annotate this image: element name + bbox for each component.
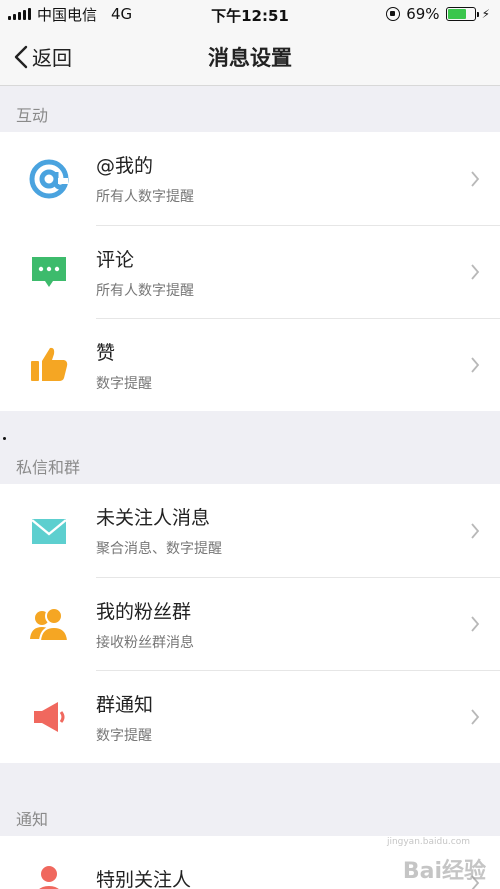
watermark-url: jingyan.baidu.com [386,837,470,847]
at-icon [29,159,69,198]
row-title: 未关注人消息 [96,507,211,529]
section-header-interaction: 互动 [16,106,49,125]
row-at-me[interactable]: @我的 所有人数字提醒 [0,132,500,225]
row-subtitle: 所有人数字提醒 [96,282,194,299]
carrier-label: 中国电信 [37,5,98,24]
row-unfollowed-messages[interactable]: 未关注人消息 聚合消息、数字提醒 [0,484,500,577]
list-interaction: @我的 所有人数字提醒 评论 所有人数字提醒 赞 数字提醒 [0,132,500,411]
battery-fill [447,9,466,19]
chevron-left-icon [14,45,28,68]
network-label: 4G [111,5,133,23]
chevron-right-icon [471,264,480,280]
row-fan-group[interactable]: 我的粉丝群 接收粉丝群消息 [0,577,500,670]
battery-icon [445,7,479,21]
comment-icon [32,256,66,287]
status-bar: 中国电信 4G 下午12:51 69% ⚡ [0,0,500,28]
status-right: 69% ⚡ [386,5,490,23]
row-subtitle: 数字提醒 [96,727,152,744]
row-title: 群通知 [96,693,154,716]
chevron-right-icon [471,522,480,539]
page-title: 消息设置 [208,45,292,70]
list-messages-groups: 未关注人消息 聚合消息、数字提醒 我的粉丝群 接收粉丝群消息 群通知 数字提醒 [0,484,500,763]
row-subtitle: 聚合消息、数字提醒 [96,541,222,557]
row-title: 评论 [96,248,135,271]
row-title: @我的 [96,155,154,177]
battery-percent: 69% [406,5,440,23]
orientation-lock-icon [386,7,401,21]
section-header-notifications: 通知 [16,810,49,829]
envelope-icon [31,518,67,544]
back-label: 返回 [32,46,72,70]
status-left: 中国电信 4G [8,4,132,25]
chevron-right-icon [471,170,480,187]
row-title: 赞 [96,341,116,364]
signal-icon [8,8,31,20]
charging-icon: ⚡ [481,7,490,21]
row-subtitle: 接收粉丝群消息 [96,634,194,651]
section-header-messages-groups: 私信和群 [16,458,81,477]
nav-bar: 返回 消息设置 [0,28,500,86]
back-button[interactable]: 返回 [0,42,72,71]
row-like[interactable]: 赞 数字提醒 [0,318,500,411]
chevron-right-icon [471,616,480,632]
row-title: 我的粉丝群 [96,600,192,623]
person-icon [38,865,60,889]
row-subtitle: 数字提醒 [96,375,152,392]
row-subtitle: 所有人数字提醒 [96,189,194,205]
row-comment[interactable]: 评论 所有人数字提醒 [0,225,500,318]
chevron-right-icon [471,357,480,373]
fan-group-icon [30,606,70,642]
watermark: Bai经验 [402,859,486,884]
status-time: 下午12:51 [211,7,289,25]
megaphone-icon [34,701,65,732]
chevron-right-icon [471,709,480,725]
thumbs-up-icon [31,347,68,381]
row-group-notice[interactable]: 群通知 数字提醒 [0,670,500,763]
stray-dot [3,437,6,440]
